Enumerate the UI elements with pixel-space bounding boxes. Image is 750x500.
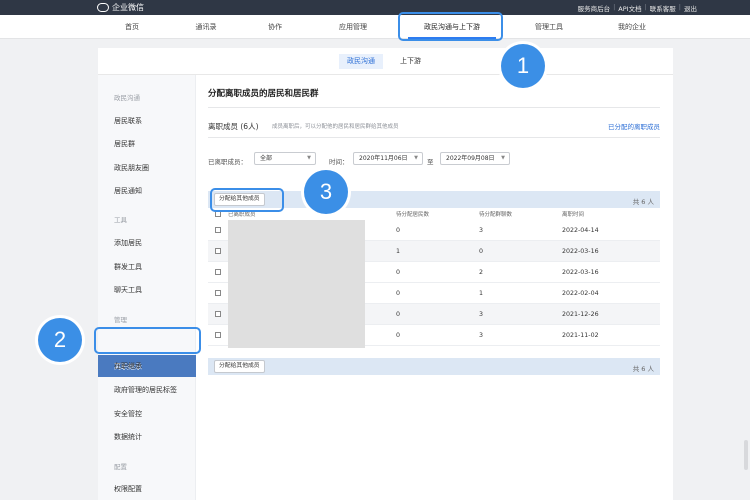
top-bar: 企业微信 服务商后台 | API文档 | 联系客服 | 退出 [0, 0, 750, 15]
sidebar-item-chat-tools[interactable]: 聊天工具 [114, 285, 142, 295]
column-header-resign-date: 离职时间 [562, 212, 585, 218]
callout-highlight-sidebar [94, 327, 201, 354]
wecom-logo-icon [97, 3, 109, 12]
sidebar-item-resident-tags[interactable]: 政府管理的居民标签 [114, 385, 177, 395]
chevron-down-icon: ▼ [414, 155, 418, 161]
app-logo[interactable]: 企业微信 [97, 2, 144, 13]
nav-my-enterprise[interactable]: 我的企业 [612, 15, 652, 39]
row-checkbox[interactable] [215, 290, 221, 296]
pending-groups: 3 [479, 332, 484, 339]
resign-date: 2022-03-16 [562, 269, 599, 276]
resign-date: 2021-11-02 [562, 332, 599, 339]
sidebar-item-resident-contact[interactable]: 居民联系 [114, 116, 142, 126]
table-footer: 分配给其他成员 共 6 人 [208, 358, 660, 375]
callout-highlight-button [210, 188, 284, 212]
end-date-value: 2022年09月08日 [446, 155, 495, 162]
pending-residents: 0 [396, 332, 401, 339]
app-logo-text: 企业微信 [112, 3, 144, 12]
member-select-value: 全部 [260, 155, 273, 162]
sidebar-item-active-inheritance[interactable]: 在职继承 [114, 361, 142, 371]
callout-badge-2: 2 [38, 318, 82, 362]
start-date-value: 2020年11月06日 [359, 155, 408, 162]
callout-highlight-nav [398, 12, 503, 41]
member-select[interactable]: 全部 ▼ [254, 152, 316, 165]
sidebar-group-tools: 工具 [114, 216, 127, 224]
top-links: 服务商后台 | API文档 | 联系客服 | 退出 [575, 3, 700, 13]
chevron-down-icon: ▼ [501, 155, 505, 161]
sidebar-item-add-resident[interactable]: 添加居民 [114, 238, 142, 248]
pending-groups: 0 [479, 248, 484, 255]
pending-groups: 3 [479, 227, 484, 234]
total-count-bottom: 共 6 人 [632, 365, 654, 373]
nav-home[interactable]: 首页 [115, 15, 149, 39]
divider [208, 107, 660, 108]
divider [208, 137, 660, 138]
start-date-select[interactable]: 2020年11月06日 ▼ [353, 152, 423, 165]
sidebar-item-moments[interactable]: 政民朋友圈 [114, 163, 149, 173]
tab-upstream-downstream[interactable]: 上下游 [392, 54, 429, 69]
section-description: 成员离职后，可以分配他的居民和居民群给其他成员 [272, 124, 399, 130]
pending-groups: 1 [479, 290, 484, 297]
row-checkbox[interactable] [215, 227, 221, 233]
sidebar: 政民沟通 居民联系 居民群 政民朋友圈 居民通知 工具 添加居民 群发工具 聊天… [98, 75, 196, 500]
resign-date: 2022-02-04 [562, 290, 599, 297]
pending-residents: 0 [396, 311, 401, 318]
sidebar-item-statistics[interactable]: 数据统计 [114, 432, 142, 442]
scrollbar[interactable] [744, 440, 748, 470]
pending-residents: 0 [396, 269, 401, 276]
callout-badge-1: 1 [501, 44, 545, 88]
nav-management-tools[interactable]: 管理工具 [526, 15, 572, 39]
pending-residents: 1 [396, 248, 401, 255]
pending-residents: 0 [396, 227, 401, 234]
pending-groups: 3 [479, 311, 484, 318]
pending-residents: 0 [396, 290, 401, 297]
nav-app-management[interactable]: 应用管理 [330, 15, 376, 39]
column-header-pending-residents: 待分配居民数 [396, 212, 430, 218]
chevron-down-icon: ▼ [307, 155, 311, 161]
callout-badge-3: 3 [304, 170, 348, 214]
sidebar-group-communication: 政民沟通 [114, 94, 140, 102]
tab-gov-communication[interactable]: 政民沟通 [339, 54, 383, 69]
date-range-separator: 至 [427, 158, 434, 166]
link-provider-backend[interactable]: 服务商后台 [575, 3, 614, 13]
sidebar-item-security[interactable]: 安全管控 [114, 409, 142, 419]
sidebar-item-resigned-inheritance[interactable]: 离职继承 [98, 355, 196, 377]
link-logout[interactable]: 退出 [681, 3, 700, 13]
sub-tabs: 政民沟通 上下游 [98, 48, 673, 75]
nav-contacts[interactable]: 通讯录 [186, 15, 226, 39]
column-header-pending-groups: 待分配群聊数 [479, 212, 513, 218]
assigned-members-link[interactable]: 已分配的离职成员 [608, 121, 660, 131]
row-checkbox[interactable] [215, 311, 221, 317]
page-title: 分配离职成员的居民和居民群 [208, 89, 319, 99]
link-api-docs[interactable]: API文档 [615, 3, 644, 13]
section-title: 离职成员 (6人) [208, 122, 259, 131]
nav-collaboration[interactable]: 协作 [260, 15, 290, 39]
sidebar-item-resident-groups[interactable]: 居民群 [114, 139, 135, 149]
link-support[interactable]: 联系客服 [647, 3, 679, 13]
row-checkbox[interactable] [215, 248, 221, 254]
resign-date: 2022-04-14 [562, 227, 599, 234]
row-checkbox[interactable] [215, 332, 221, 338]
main-panel: 政民沟通 上下游 政民沟通 居民联系 居民群 政民朋友圈 居民通知 工具 添加居… [98, 48, 673, 500]
assign-to-others-button-bottom[interactable]: 分配给其他成员 [214, 360, 265, 373]
member-filter-label: 已离职成员： [208, 158, 247, 166]
total-count: 共 6 人 [632, 198, 654, 206]
sidebar-item-broadcast[interactable]: 群发工具 [114, 262, 142, 272]
time-filter-label: 时间： [329, 158, 349, 166]
main-nav: 首页 通讯录 协作 应用管理 政民沟通与上下游 管理工具 我的企业 [0, 15, 750, 39]
resign-date: 2022-03-16 [562, 248, 599, 255]
end-date-select[interactable]: 2022年09月08日 ▼ [440, 152, 510, 165]
resign-date: 2021-12-26 [562, 311, 599, 318]
sidebar-item-notices[interactable]: 居民通知 [114, 186, 142, 196]
sidebar-item-permissions[interactable]: 权限配置 [114, 484, 142, 494]
pending-groups: 2 [479, 269, 484, 276]
redacted-member-names [228, 220, 365, 348]
sidebar-group-config: 配置 [114, 463, 127, 471]
sidebar-group-management: 管理 [114, 316, 127, 324]
row-checkbox[interactable] [215, 269, 221, 275]
